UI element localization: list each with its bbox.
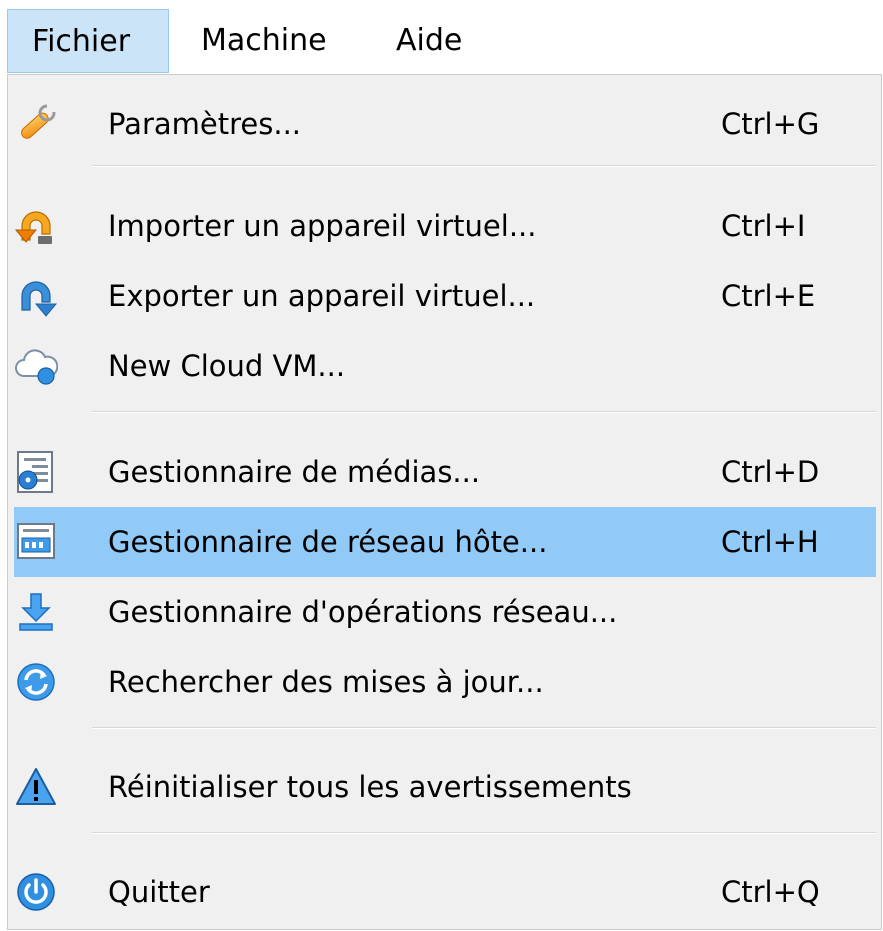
menu-item-label: New Cloud VM... xyxy=(108,349,346,383)
menu-item-shortcut: Ctrl+G xyxy=(721,107,820,141)
fichier-dropdown-menu: Paramètres... Ctrl+G Importer un apparei… xyxy=(7,74,882,930)
menu-item-gestionnaire-reseau-hote[interactable]: Gestionnaire de réseau hôte... Ctrl+H xyxy=(14,507,876,577)
media-manager-icon xyxy=(14,450,58,494)
menubar-machine[interactable]: Machine xyxy=(201,9,327,73)
download-icon xyxy=(14,590,58,634)
menu-item-exporter-appareil[interactable]: Exporter un appareil virtuel... Ctrl+E xyxy=(14,261,876,331)
menu-item-rechercher-mises-a-jour[interactable]: Rechercher des mises à jour... xyxy=(14,647,876,717)
import-appliance-icon xyxy=(14,204,58,248)
menu-item-label: Réinitialiser tous les avertissements xyxy=(108,770,632,804)
menu-item-new-cloud-vm[interactable]: New Cloud VM... xyxy=(14,331,876,401)
menu-item-label: Gestionnaire d'opérations réseau... xyxy=(108,595,618,629)
menu-item-label: Gestionnaire de réseau hôte... xyxy=(108,525,548,559)
menu-separator xyxy=(92,165,876,167)
refresh-icon xyxy=(14,660,58,704)
menu-item-label: Quitter xyxy=(108,875,210,909)
menu-item-gestionnaire-medias[interactable]: Gestionnaire de médias... Ctrl+D xyxy=(14,437,876,507)
menu-item-quitter[interactable]: Quitter Ctrl+Q xyxy=(14,857,876,927)
menu-item-shortcut: Ctrl+E xyxy=(721,279,816,313)
cloud-icon xyxy=(14,344,59,388)
menu-item-shortcut: Ctrl+H xyxy=(721,525,819,559)
menu-item-label: Rechercher des mises à jour... xyxy=(108,665,544,699)
network-manager-icon xyxy=(14,520,58,564)
menu-item-reinitialiser-avertissements[interactable]: Réinitialiser tous les avertissements xyxy=(14,752,876,822)
menu-item-label: Exporter un appareil virtuel... xyxy=(108,279,536,313)
menubar-fichier[interactable]: Fichier xyxy=(7,9,169,73)
export-appliance-icon xyxy=(14,274,58,318)
menubar-aide[interactable]: Aide xyxy=(396,9,462,73)
menu-item-label: Importer un appareil virtuel... xyxy=(108,209,537,243)
menu-separator xyxy=(92,411,876,413)
menu-item-label: Paramètres... xyxy=(108,107,302,141)
menu-separator xyxy=(92,832,876,834)
menu-item-label: Gestionnaire de médias... xyxy=(108,455,481,489)
menu-item-shortcut: Ctrl+I xyxy=(721,209,806,243)
warning-icon xyxy=(14,765,58,809)
menu-item-shortcut: Ctrl+Q xyxy=(721,875,820,909)
menu-item-gestionnaire-operations-reseau[interactable]: Gestionnaire d'opérations réseau... xyxy=(14,577,876,647)
menu-item-parametres[interactable]: Paramètres... Ctrl+G xyxy=(14,89,876,159)
wrench-icon xyxy=(14,102,58,146)
menu-bar: Fichier Machine Aide xyxy=(0,0,883,76)
menu-separator xyxy=(92,727,876,729)
menu-item-shortcut: Ctrl+D xyxy=(721,455,820,489)
menu-item-importer-appareil[interactable]: Importer un appareil virtuel... Ctrl+I xyxy=(14,191,876,261)
power-icon xyxy=(14,870,58,914)
